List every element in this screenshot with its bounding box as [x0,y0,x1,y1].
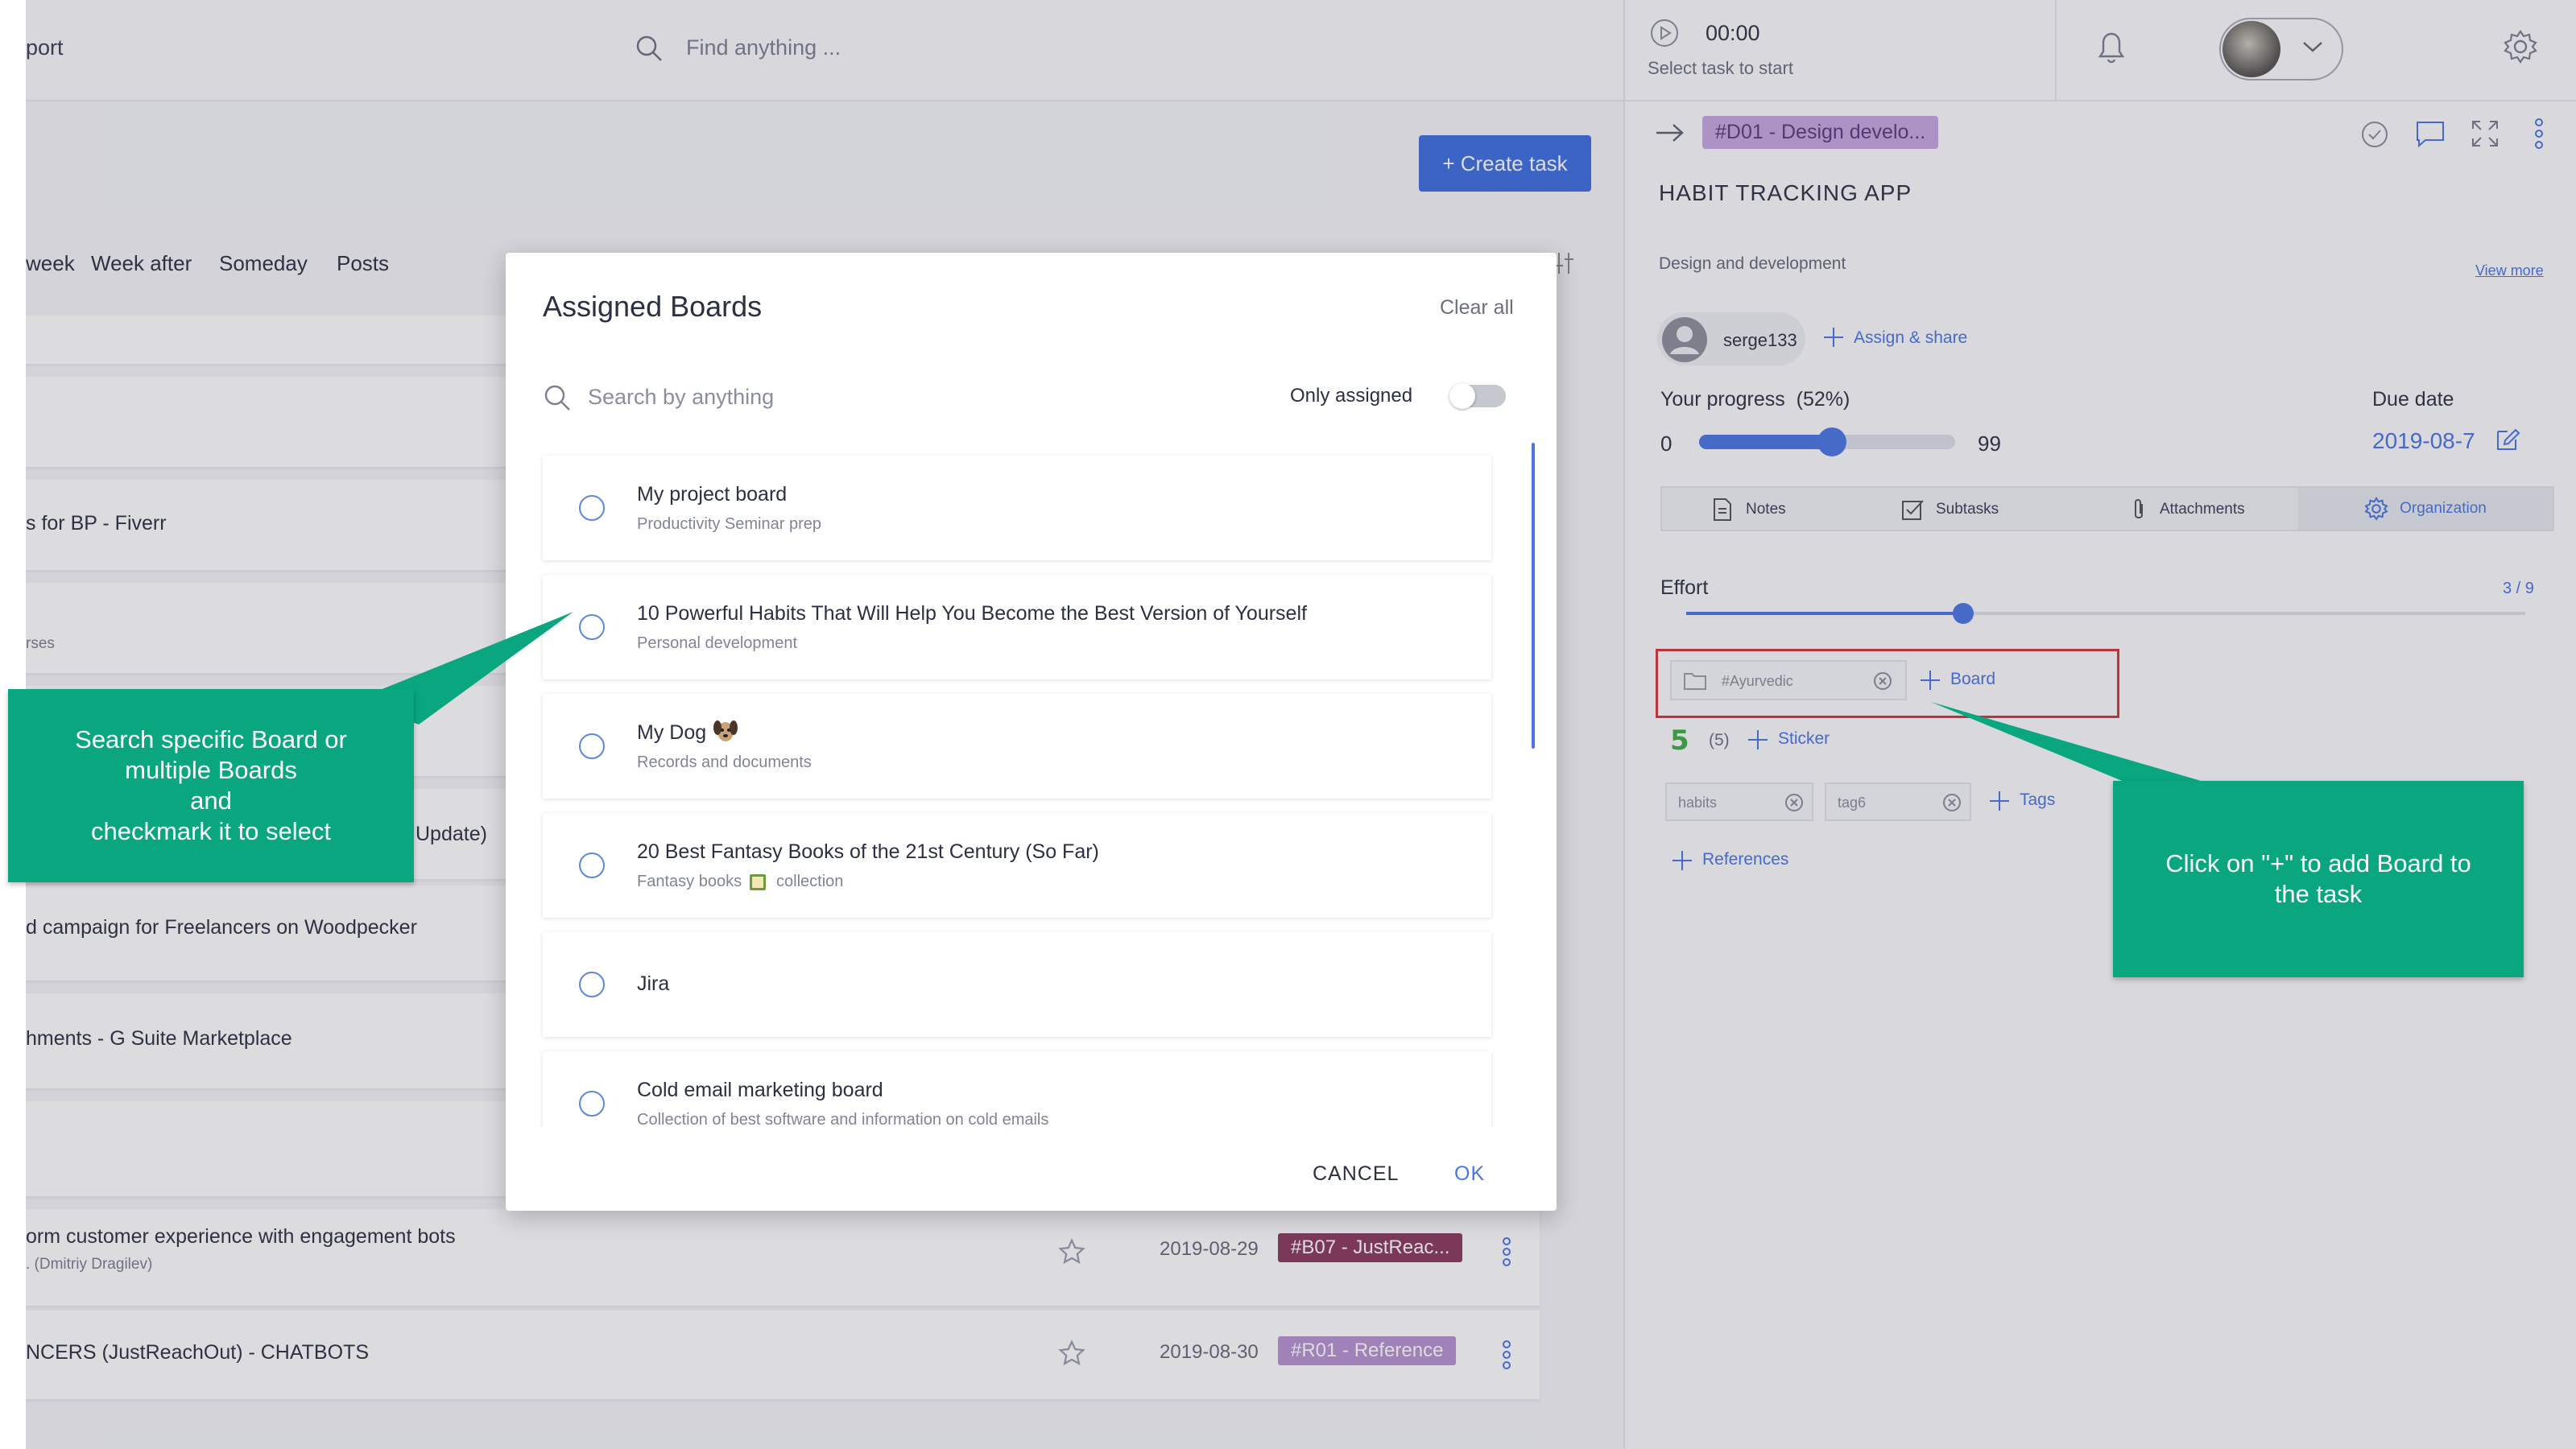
dialog-title: Assigned Boards [543,290,763,323]
board-title: My project board [637,483,788,506]
book-emoji-icon [748,873,767,892]
board-title: Jira [637,972,670,995]
radio-button[interactable] [579,614,605,640]
clear-all-button[interactable]: Clear all [1440,296,1514,320]
board-list: My project board Productivity Seminar pr… [506,440,1557,1127]
board-subtitle: collection [776,873,844,890]
callout-line: multiple Boards [125,756,297,784]
board-title: 10 Powerful Habits That Will Help You Be… [637,602,1307,625]
board-subtitle: Productivity Seminar prep [637,515,821,533]
board-item[interactable]: 10 Powerful Habits That Will Help You Be… [543,575,1491,679]
callout-line: Click on "+" to add Board to [2165,849,2471,877]
board-subtitle: Collection of best software and informat… [637,1111,1049,1127]
only-assigned-toggle[interactable] [1449,383,1506,409]
cancel-button[interactable]: CANCEL [1313,1162,1399,1186]
search-icon [543,383,572,412]
radio-button[interactable] [579,972,605,997]
toggle-knob [1449,383,1475,409]
callout-line: and [190,786,232,815]
dog-emoji-icon [712,718,739,745]
callout-line: checkmark it to select [90,817,332,845]
radio-button[interactable] [579,495,605,521]
only-assigned-label: Only assigned [1290,385,1413,407]
left-callout: Search specific Board or multiple Boards… [8,689,414,882]
right-callout: Click on "+" to add Board to the task [2113,781,2524,977]
callout-line: Search specific Board or [75,725,347,753]
radio-button[interactable] [579,852,605,878]
scrollbar[interactable] [1532,443,1535,749]
radio-button[interactable] [579,733,605,759]
assigned-boards-dialog: Assigned Boards Clear all Search by anyt… [506,253,1557,1211]
board-item[interactable]: Cold email marketing board Collection of… [543,1051,1491,1127]
board-subtitle: Records and documents [637,753,812,771]
board-item[interactable]: My Dog Records and documents [543,694,1491,799]
ok-button[interactable]: OK [1454,1162,1485,1186]
board-subtitle: Personal development [637,634,798,652]
board-title: 20 Best Fantasy Books of the 21st Centur… [637,840,1099,863]
board-title: Cold email marketing board [637,1079,883,1101]
board-item[interactable]: My project board Productivity Seminar pr… [543,456,1491,560]
board-item[interactable]: Jira [543,932,1491,1037]
callout-line: the task [2274,880,2363,908]
board-item[interactable]: 20 Best Fantasy Books of the 21st Centur… [543,813,1491,918]
board-title: My Dog [637,721,707,744]
radio-button[interactable] [579,1091,605,1117]
board-subtitle: Fantasy books [637,873,742,890]
board-search-input[interactable]: Search by anything [588,385,774,410]
